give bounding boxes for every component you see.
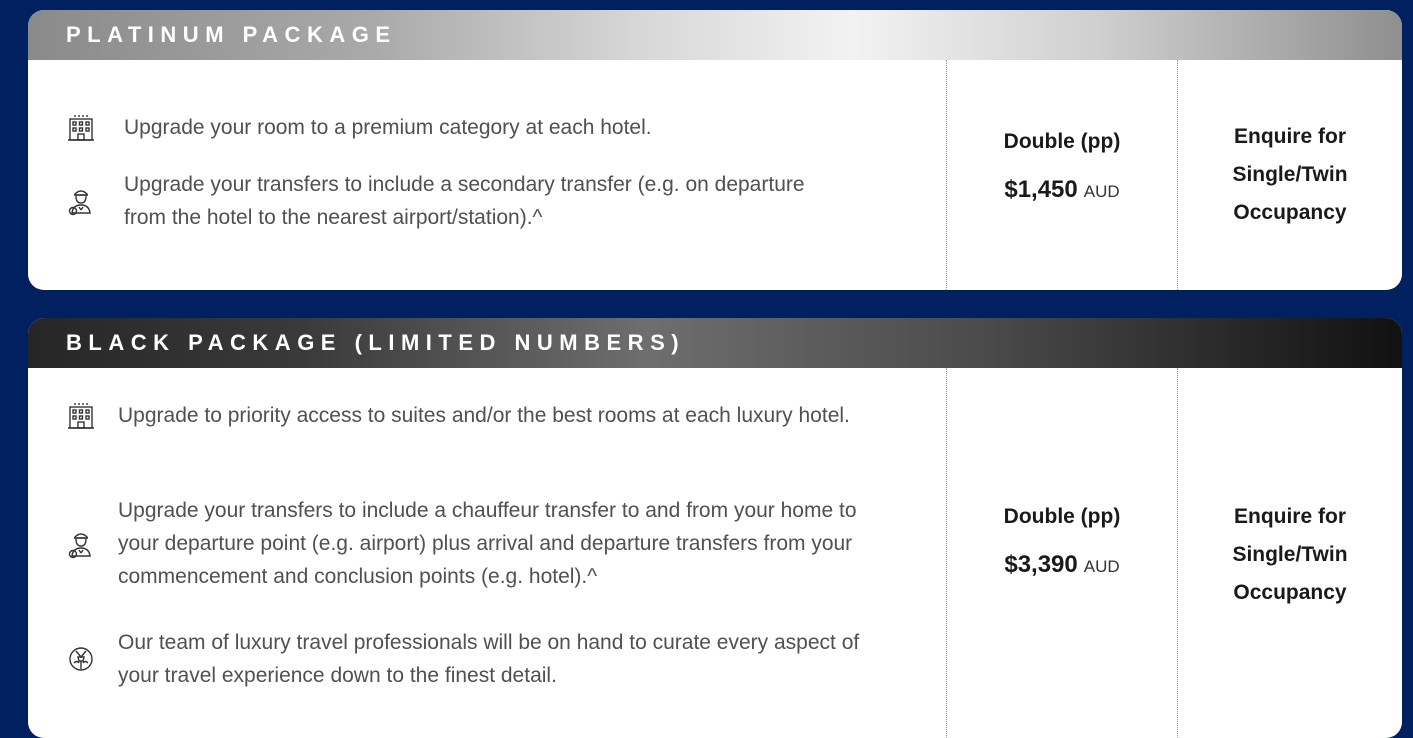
chauffeur-icon <box>64 527 98 561</box>
feature-text: Upgrade to priority access to suites and… <box>118 403 850 427</box>
price-label: Double (pp) <box>1003 130 1121 153</box>
price-currency: AUD <box>1083 557 1120 576</box>
price-label: Double (pp) <box>1003 505 1121 528</box>
list-item: Upgrade your transfers to include a chau… <box>28 494 946 593</box>
price-column: Double (pp) $3,390 AUD <box>946 368 1178 738</box>
feature-text: Upgrade your transfers to include a seco… <box>124 173 805 229</box>
hotel-building-icon <box>64 110 98 144</box>
list-item: Upgrade your transfers to include a seco… <box>28 168 946 234</box>
enquire-text: Enquire for Single/Twin Occupancy <box>1232 505 1348 604</box>
feature-text: Our team of luxury travel professionals … <box>118 631 860 687</box>
black-package-card: BLACK PACKAGE (LIMITED NUMBERS) Upgrade … <box>28 318 1402 738</box>
price-amount: $3,390 <box>1004 551 1078 578</box>
feature-text: Upgrade your transfers to include a chau… <box>118 499 857 588</box>
price: $3,390 AUD <box>1004 551 1119 579</box>
package-title: BLACK PACKAGE (LIMITED NUMBERS) <box>28 318 1402 368</box>
price-currency: AUD <box>1083 182 1120 201</box>
price: $1,450 AUD <box>1004 176 1119 204</box>
hotel-building-icon <box>64 398 98 432</box>
feature-text: Upgrade your room to a premium category … <box>124 115 652 139</box>
platinum-package-card: PLATINUM PACKAGE Upgrade your room to a … <box>28 10 1402 290</box>
enquire-text: Enquire for Single/Twin Occupancy <box>1232 125 1348 224</box>
list-item: Our team of luxury travel professionals … <box>28 626 946 692</box>
concierge-icon <box>64 642 98 676</box>
feature-list: Upgrade to priority access to suites and… <box>28 368 946 738</box>
enquire-column: Enquire for Single/Twin Occupancy <box>1178 60 1402 290</box>
list-item: Upgrade your room to a premium category … <box>28 110 946 144</box>
list-item: Upgrade to priority access to suites and… <box>28 398 946 432</box>
price-column: Double (pp) $1,450 AUD <box>946 60 1178 290</box>
chauffeur-icon <box>64 184 98 218</box>
package-title: PLATINUM PACKAGE <box>28 10 1402 60</box>
enquire-column: Enquire for Single/Twin Occupancy <box>1178 368 1402 738</box>
feature-list: Upgrade your room to a premium category … <box>28 60 946 290</box>
price-amount: $1,450 <box>1004 176 1078 203</box>
